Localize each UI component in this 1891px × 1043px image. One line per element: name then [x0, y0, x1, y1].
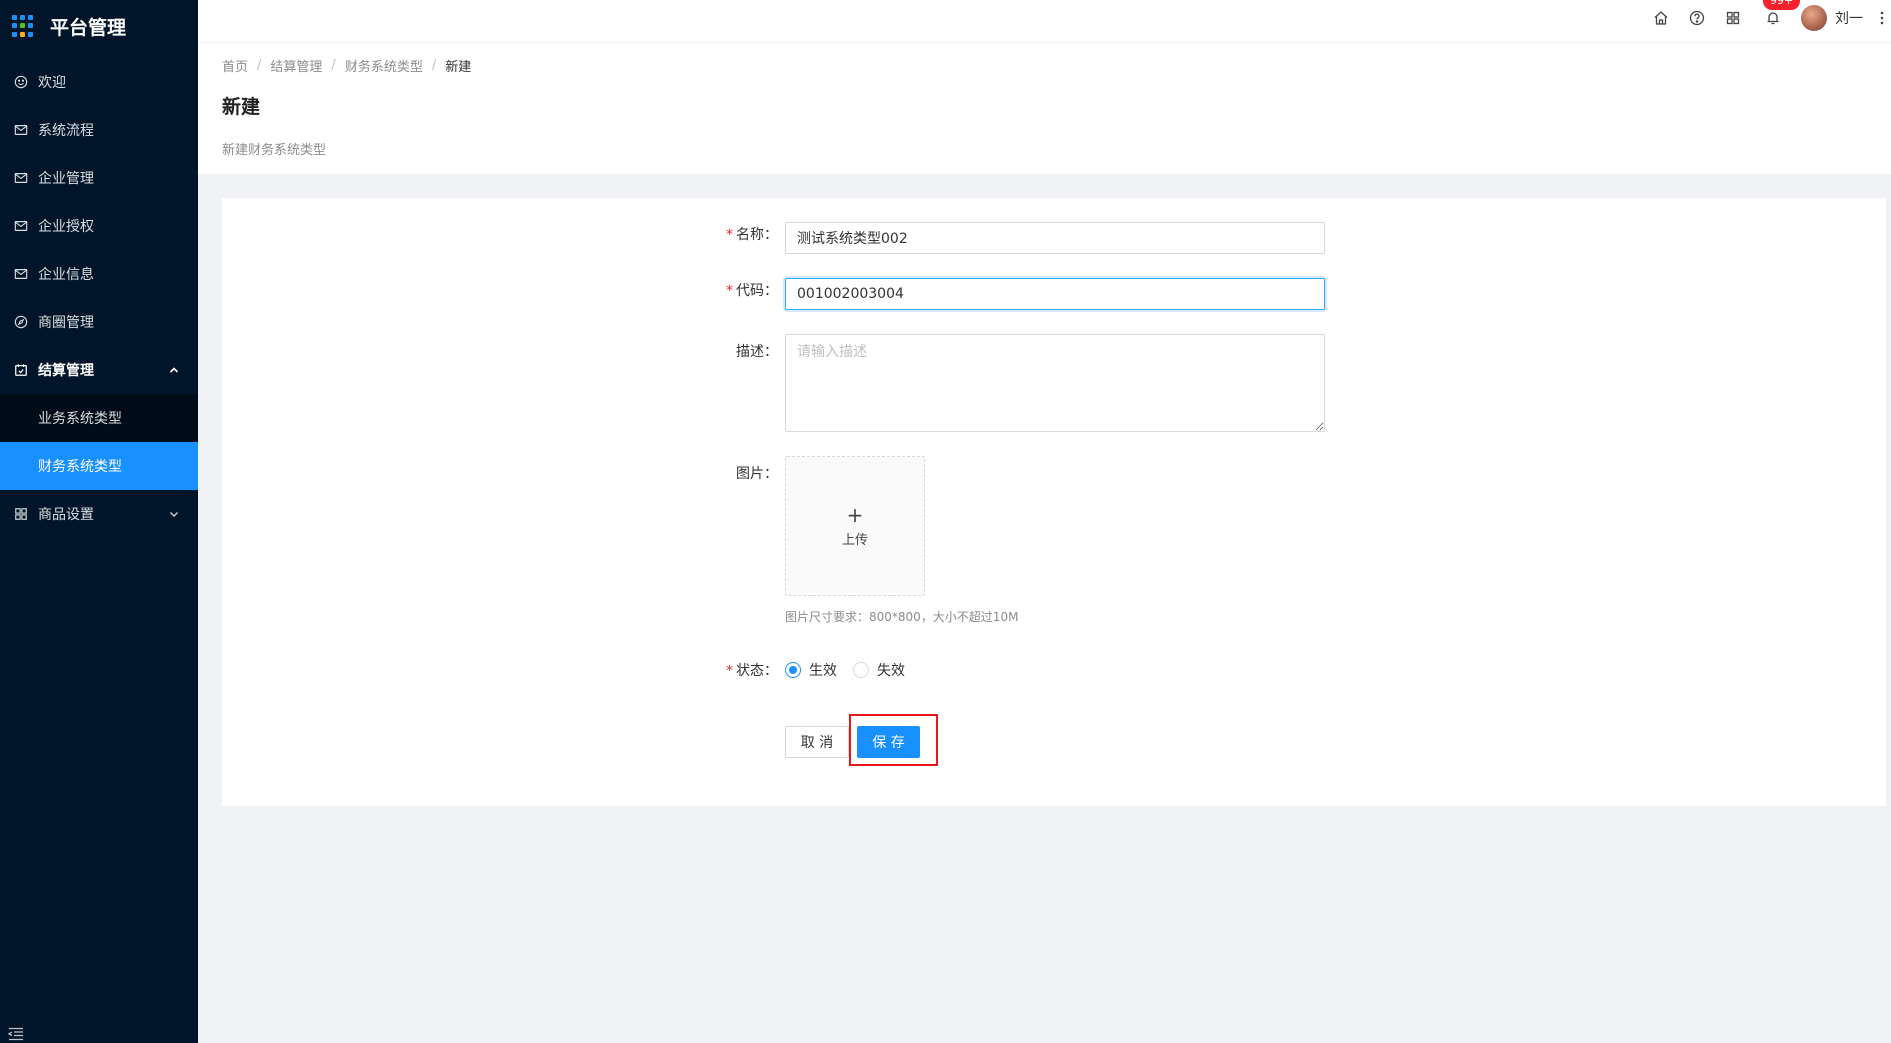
name-input[interactable] [785, 222, 1325, 254]
form-card: *名称： *代码： 描述： 图片： + 上传 图片尺寸要求：800*800，大小… [222, 198, 1886, 806]
save-button[interactable]: 保 存 [857, 726, 920, 758]
username[interactable]: 刘一 [1835, 8, 1863, 28]
notification-badge: 99+ [1763, 0, 1801, 10]
avatar[interactable] [1801, 5, 1827, 31]
status-radio-active[interactable]: 生效 [785, 660, 837, 680]
status-radio-inactive[interactable]: 失效 [853, 660, 905, 680]
sidebar-item-label: 结算管理 [38, 363, 94, 379]
mail-icon [14, 171, 28, 185]
sidebar-item-label: 系统流程 [38, 123, 94, 139]
name-label: * 名称： [726, 227, 778, 243]
required-mark: * [726, 227, 733, 243]
sidebar-item-label: 商圈管理 [38, 315, 94, 331]
status-label: * 状态： [726, 663, 778, 679]
sidebar-item-business-system-type[interactable]: 业务系统类型 [0, 394, 198, 442]
breadcrumb-item-home[interactable]: 首页 [222, 56, 248, 75]
question-circle-icon[interactable] [1689, 10, 1705, 26]
breadcrumb-item-settlement[interactable]: 结算管理 [270, 56, 322, 75]
breadcrumb: 首页 / 结算管理 / 财务系统类型 / 新建 [222, 56, 471, 75]
plus-icon: + [846, 502, 864, 527]
upload-label: 上传 [841, 532, 868, 548]
sidebar-item-welcome[interactable]: 欢迎 [0, 58, 198, 106]
sidebar-item-label: 财务系统类型 [38, 459, 122, 475]
sidebar-item-label: 商品设置 [38, 507, 94, 523]
required-mark: * [726, 283, 733, 299]
status-radio-group: 生效 失效 [785, 660, 921, 680]
sidebar-item-label: 企业授权 [38, 219, 94, 235]
sidebar-item-label: 企业信息 [38, 267, 94, 283]
top-header: 99+ 刘一 [198, 0, 1891, 43]
sidebar-item-label: 企业管理 [38, 171, 94, 187]
page-title: 新建 [222, 96, 261, 118]
image-upload[interactable]: + 上传 [785, 456, 925, 596]
sidebar-item-enterprise-management[interactable]: 企业管理 [0, 154, 198, 202]
grid-logo-icon [12, 15, 34, 37]
radio-checked-icon [785, 662, 801, 678]
sidebar-item-finance-system-type[interactable]: 财务系统类型 [0, 442, 198, 490]
mail-icon [14, 219, 28, 233]
sidebar-item-label: 欢迎 [38, 75, 66, 91]
sidebar-item-enterprise-authorization[interactable]: 企业授权 [0, 202, 198, 250]
compass-icon [14, 315, 28, 329]
cancel-button[interactable]: 取 消 [785, 726, 849, 758]
smile-icon [14, 75, 28, 89]
sidebar-item-system-flow[interactable]: 系统流程 [0, 106, 198, 154]
image-hint: 图片尺寸要求：800*800，大小不超过10M [785, 610, 1019, 624]
sidebar-item-product-settings[interactable]: 商品设置 [0, 490, 198, 538]
sidebar-item-enterprise-info[interactable]: 企业信息 [0, 250, 198, 298]
sidebar-menu: 欢迎 系统流程 企业管理 企业授权 企业信息 商圈管理 结算管理 业务系统类型 … [0, 58, 198, 538]
radio-label: 生效 [809, 663, 837, 679]
appstore-icon [14, 507, 28, 521]
notification-button[interactable]: 99+ [1763, 0, 1801, 26]
description-textarea[interactable] [785, 334, 1325, 432]
calendar-icon [14, 363, 28, 377]
sidebar-item-label: 业务系统类型 [38, 411, 122, 427]
breadcrumb-separator: / [331, 58, 336, 73]
code-input[interactable] [785, 278, 1325, 310]
radio-label: 失效 [877, 663, 905, 679]
code-label: * 代码： [726, 283, 778, 299]
sidebar-item-settlement-management[interactable]: 结算管理 [0, 346, 198, 394]
more-vertical-icon[interactable] [1877, 10, 1887, 26]
breadcrumb-separator: / [431, 58, 437, 73]
radio-unchecked-icon [853, 662, 869, 678]
mail-icon [14, 123, 28, 137]
page-description: 新建财务系统类型 [222, 143, 327, 158]
sidebar-item-business-district[interactable]: 商圈管理 [0, 298, 198, 346]
required-mark: * [726, 663, 733, 679]
home-icon[interactable] [1653, 10, 1669, 26]
image-label: 图片： [736, 466, 778, 482]
app-title: 平台管理 [50, 16, 127, 39]
menu-fold-icon[interactable] [8, 1027, 24, 1041]
sidebar: 平台管理 欢迎 系统流程 企业管理 企业授权 企业信息 商圈管理 结算管理 业务… [0, 0, 198, 1043]
chevron-up-icon [169, 367, 179, 373]
breadcrumb-current: 新建 [445, 60, 472, 75]
mail-icon [14, 267, 28, 281]
breadcrumb-separator: / [257, 58, 262, 73]
bell-icon [1767, 12, 1779, 25]
header-actions: 99+ 刘一 [1643, 0, 1891, 36]
page-header: 首页 / 结算管理 / 财务系统类型 / 新建 新建 新建财务系统类型 [198, 43, 1891, 174]
breadcrumb-item-finance-system-type[interactable]: 财务系统类型 [345, 56, 423, 75]
appstore-icon[interactable] [1725, 10, 1741, 26]
settlement-submenu: 业务系统类型 财务系统类型 [0, 394, 198, 490]
chevron-down-icon [170, 512, 178, 517]
app-logo[interactable]: 平台管理 [0, 0, 198, 52]
description-label: 描述： [736, 344, 778, 360]
